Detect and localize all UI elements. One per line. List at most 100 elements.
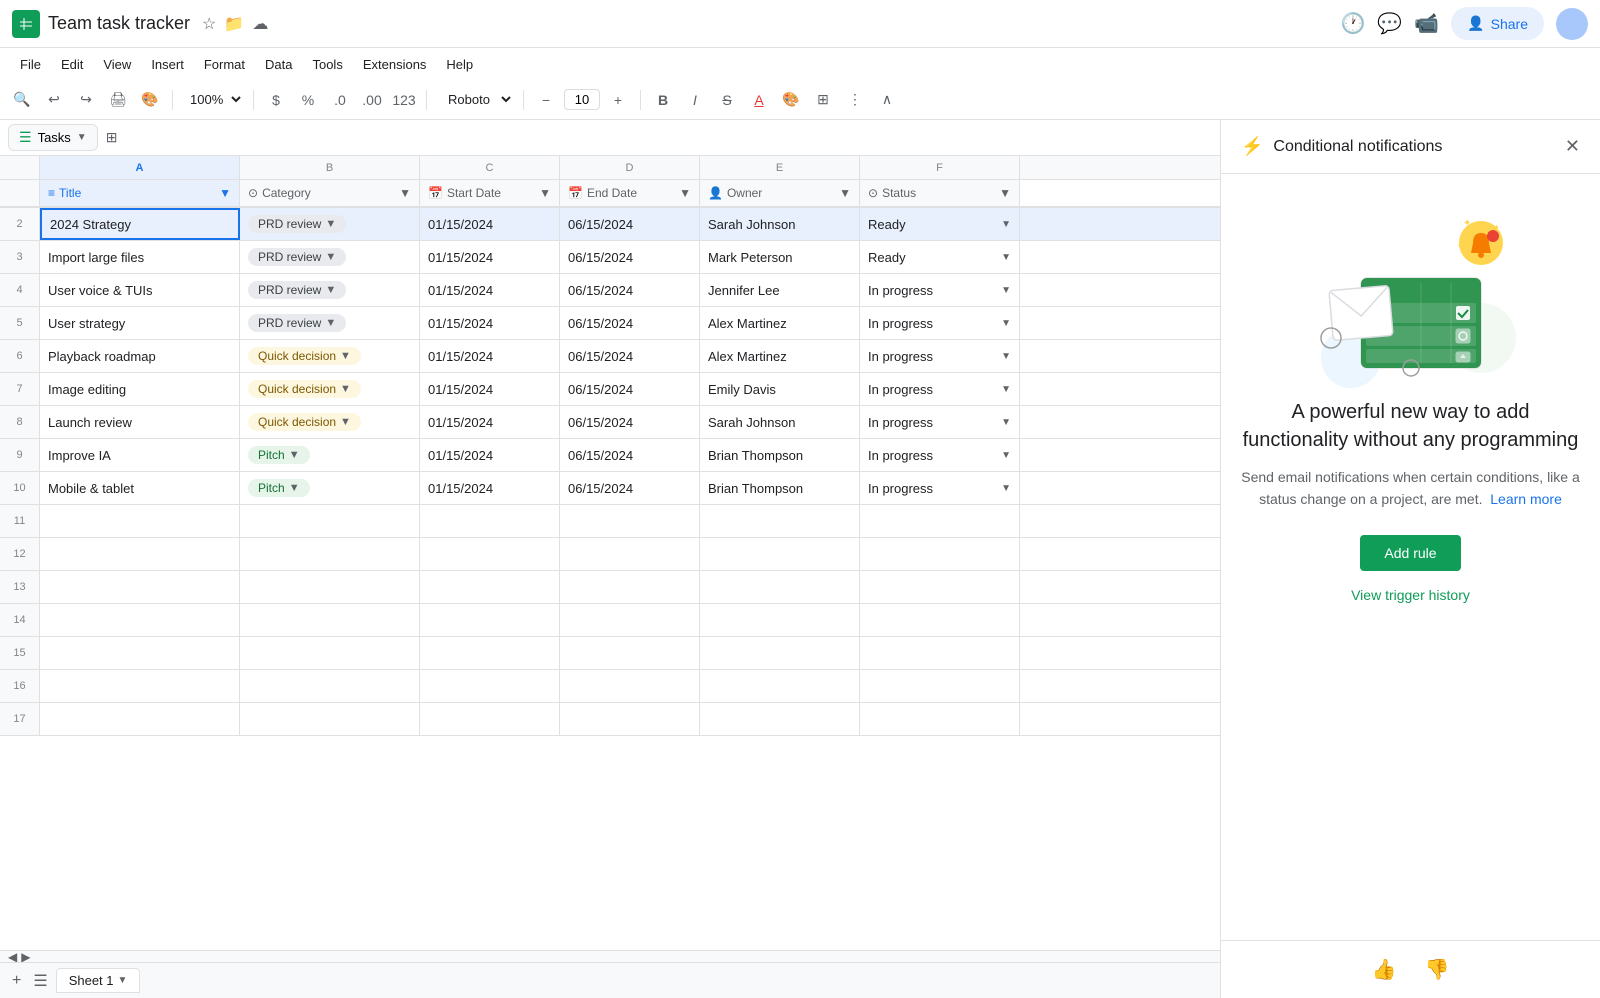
status-dropdown[interactable]: In progress▼ <box>868 283 1011 298</box>
decrease-decimal-button[interactable]: .0 <box>326 86 354 114</box>
category-dropdown-button[interactable]: ▼ <box>340 416 351 428</box>
empty-cell[interactable] <box>860 571 1020 603</box>
status-cell[interactable]: In progress▼ <box>860 373 1020 405</box>
category-dropdown-button[interactable]: ▼ <box>325 218 336 230</box>
menu-tools[interactable]: Tools <box>304 53 350 76</box>
col-letter-b[interactable]: B <box>240 156 420 179</box>
empty-cell[interactable] <box>40 637 240 669</box>
avatar[interactable] <box>1556 8 1588 40</box>
empty-cell[interactable] <box>700 637 860 669</box>
empty-cell[interactable] <box>560 670 700 702</box>
status-cell[interactable]: Ready▼ <box>860 241 1020 273</box>
share-button[interactable]: 👤 Share <box>1451 7 1544 40</box>
col-header-status[interactable]: ⊙ Status ▼ <box>860 180 1020 206</box>
add-sheet-button[interactable]: + <box>8 968 25 994</box>
empty-cell[interactable] <box>240 538 420 570</box>
category-cell[interactable]: PRD review▼ <box>240 208 420 240</box>
table-row[interactable]: 22024 StrategyPRD review▼01/15/202406/15… <box>0 208 1220 241</box>
cloud-icon[interactable]: ☁ <box>252 14 268 34</box>
category-cell[interactable]: Quick decision▼ <box>240 406 420 438</box>
history-icon[interactable]: 🕐 <box>1340 11 1365 36</box>
empty-cell[interactable] <box>240 505 420 537</box>
empty-cell[interactable] <box>420 670 560 702</box>
empty-row[interactable]: 15 <box>0 637 1220 670</box>
table-view-icon[interactable]: ⊞ <box>106 129 118 146</box>
empty-cell[interactable] <box>40 604 240 636</box>
category-dropdown-button[interactable]: ▼ <box>325 284 336 296</box>
sheet-tab-dropdown-icon[interactable]: ▼ <box>118 975 128 986</box>
category-dropdown-button[interactable]: ▼ <box>340 350 351 362</box>
scrollbar-area[interactable]: ◀ ▶ <box>0 950 1220 962</box>
title-cell[interactable]: User strategy <box>40 307 240 339</box>
empty-cell[interactable] <box>240 604 420 636</box>
empty-cell[interactable] <box>700 505 860 537</box>
collapse-toolbar-button[interactable]: ∧ <box>873 86 901 114</box>
col-header-title[interactable]: ≡ Title ▼ <box>40 180 240 206</box>
strikethrough-button[interactable]: S <box>713 86 741 114</box>
status-cell[interactable]: In progress▼ <box>860 274 1020 306</box>
format-number-button[interactable]: 123 <box>390 86 418 114</box>
learn-more-link[interactable]: Learn more <box>1490 491 1562 507</box>
grid-container[interactable]: 22024 StrategyPRD review▼01/15/202406/15… <box>0 208 1220 950</box>
empty-cell[interactable] <box>560 571 700 603</box>
status-dropdown[interactable]: Ready▼ <box>868 217 1011 232</box>
status-dropdown[interactable]: In progress▼ <box>868 481 1011 496</box>
empty-cell[interactable] <box>420 604 560 636</box>
table-row[interactable]: 10Mobile & tabletPitch▼01/15/202406/15/2… <box>0 472 1220 505</box>
sheet-tab-1[interactable]: Sheet 1 ▼ <box>56 968 141 993</box>
view-trigger-link[interactable]: View trigger history <box>1351 587 1470 603</box>
category-cell[interactable]: PRD review▼ <box>240 274 420 306</box>
empty-cell[interactable] <box>240 703 420 735</box>
table-row[interactable]: 9Improve IAPitch▼01/15/202406/15/2024Bri… <box>0 439 1220 472</box>
status-dropdown[interactable]: In progress▼ <box>868 349 1011 364</box>
menu-edit[interactable]: Edit <box>53 53 91 76</box>
font-family-select[interactable]: Roboto <box>435 88 515 111</box>
folder-icon[interactable]: 📁 <box>224 14 244 34</box>
empty-cell[interactable] <box>240 571 420 603</box>
empty-row[interactable]: 16 <box>0 670 1220 703</box>
menu-extensions[interactable]: Extensions <box>355 53 435 76</box>
empty-cell[interactable] <box>40 571 240 603</box>
table-row[interactable]: 8Launch reviewQuick decision▼01/15/20240… <box>0 406 1220 439</box>
increase-decimal-button[interactable]: .00 <box>358 86 386 114</box>
decrease-font-button[interactable]: − <box>532 86 560 114</box>
text-color-button[interactable]: A <box>745 86 773 114</box>
empty-cell[interactable] <box>560 604 700 636</box>
menu-file[interactable]: File <box>12 53 49 76</box>
status-cell[interactable]: In progress▼ <box>860 472 1020 504</box>
table-row[interactable]: 5User strategyPRD review▼01/15/202406/15… <box>0 307 1220 340</box>
category-dropdown-button[interactable]: ▼ <box>340 383 351 395</box>
table-row[interactable]: 3Import large filesPRD review▼01/15/2024… <box>0 241 1220 274</box>
empty-cell[interactable] <box>40 703 240 735</box>
menu-help[interactable]: Help <box>438 53 481 76</box>
status-dropdown[interactable]: In progress▼ <box>868 382 1011 397</box>
status-cell[interactable]: Ready▼ <box>860 208 1020 240</box>
fill-color-button[interactable]: 🎨 <box>777 86 805 114</box>
category-dropdown-button[interactable]: ▼ <box>289 449 300 461</box>
empty-cell[interactable] <box>700 703 860 735</box>
empty-row[interactable]: 11 <box>0 505 1220 538</box>
col-header-start-date[interactable]: 📅 Start Date ▼ <box>420 180 560 206</box>
col-letter-c[interactable]: C <box>420 156 560 179</box>
table-row[interactable]: 7Image editingQuick decision▼01/15/20240… <box>0 373 1220 406</box>
category-cell[interactable]: PRD review▼ <box>240 307 420 339</box>
italic-button[interactable]: I <box>681 86 709 114</box>
empty-cell[interactable] <box>560 637 700 669</box>
menu-data[interactable]: Data <box>257 53 300 76</box>
col-letter-a[interactable]: A <box>40 156 240 179</box>
empty-cell[interactable] <box>420 571 560 603</box>
status-dropdown[interactable]: Ready▼ <box>868 250 1011 265</box>
menu-view[interactable]: View <box>95 53 139 76</box>
search-button[interactable]: 🔍 <box>8 86 36 114</box>
empty-cell[interactable] <box>700 604 860 636</box>
table-row[interactable]: 4User voice & TUIsPRD review▼01/15/20240… <box>0 274 1220 307</box>
category-cell[interactable]: Quick decision▼ <box>240 340 420 372</box>
menu-insert[interactable]: Insert <box>143 53 192 76</box>
title-cell[interactable]: User voice & TUIs <box>40 274 240 306</box>
empty-cell[interactable] <box>700 538 860 570</box>
sheet-list-button[interactable]: ☰ <box>29 967 51 995</box>
video-icon[interactable]: 📹 <box>1414 11 1439 36</box>
percent-button[interactable]: % <box>294 86 322 114</box>
empty-cell[interactable] <box>560 538 700 570</box>
empty-cell[interactable] <box>860 703 1020 735</box>
